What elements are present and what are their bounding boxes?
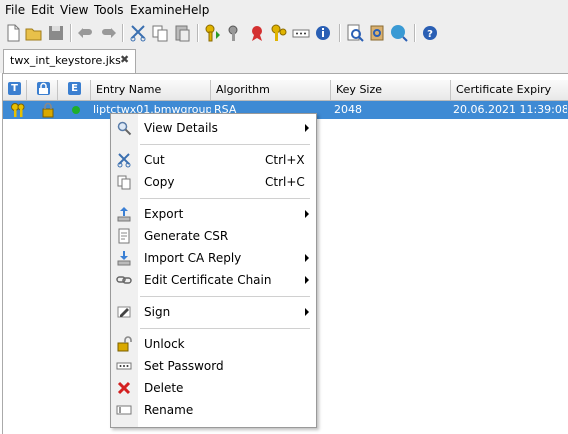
- lock-icon: [40, 102, 56, 118]
- column-header-key-size[interactable]: Key Size: [331, 80, 451, 100]
- menu-help[interactable]: Help: [182, 3, 209, 17]
- menu-tools[interactable]: Tools: [94, 3, 124, 17]
- column-header-algorithm[interactable]: Algorithm: [211, 80, 331, 100]
- menu-label: Cut: [144, 153, 165, 167]
- menu-shortcut: Ctrl+C: [265, 175, 305, 189]
- submenu-arrow-icon: [305, 254, 309, 262]
- svg-text:?: ?: [427, 29, 433, 40]
- menu-item-delete[interactable]: Delete: [111, 377, 316, 399]
- menu-examine[interactable]: Examine: [130, 3, 182, 17]
- undo-icon[interactable]: [76, 23, 96, 43]
- menu-bar: File Edit View Tools Examine Help: [0, 0, 568, 20]
- context-menu: View Details Cut Ctrl+X Copy Ctrl+C Expo…: [110, 113, 317, 428]
- menu-item-generate-csr[interactable]: Generate CSR: [111, 225, 316, 247]
- menu-label: Set Password: [144, 359, 224, 373]
- delete-x-icon: [116, 380, 132, 396]
- menu-label: Export: [144, 207, 184, 221]
- submenu-arrow-icon: [305, 308, 309, 316]
- csr-document-icon: [116, 228, 132, 244]
- menu-item-sign[interactable]: Sign: [111, 301, 316, 323]
- magnifier-icon: [116, 120, 132, 136]
- column-label: Algorithm: [216, 83, 270, 96]
- menu-file[interactable]: File: [5, 3, 25, 17]
- menu-label: Sign: [144, 305, 171, 319]
- menu-item-import-ca-reply[interactable]: Import CA Reply: [111, 247, 316, 269]
- set-password-icon[interactable]: [291, 23, 311, 43]
- generate-keypair-icon[interactable]: [203, 23, 223, 43]
- menu-item-set-password[interactable]: Set Password: [111, 355, 316, 377]
- redo-icon[interactable]: [98, 23, 118, 43]
- sign-pen-icon: [116, 304, 132, 320]
- rename-icon: [116, 402, 132, 418]
- keypair-icon: [10, 102, 26, 118]
- help-icon[interactable]: ?: [420, 23, 440, 43]
- save-keystore-icon[interactable]: [46, 23, 66, 43]
- menu-view[interactable]: View: [60, 3, 88, 17]
- open-keystore-icon[interactable]: [24, 23, 44, 43]
- menu-item-rename[interactable]: Rename: [111, 399, 316, 421]
- tab-strip: twx_int_keystore.jks ✖: [0, 46, 568, 73]
- menu-label: Unlock: [144, 337, 185, 351]
- copy-icon[interactable]: [150, 23, 170, 43]
- export-icon: [116, 206, 132, 222]
- tab-label: twx_int_keystore.jks: [10, 54, 121, 67]
- new-keystore-icon[interactable]: [3, 23, 23, 43]
- import-icon: [116, 250, 132, 266]
- expiry-cell: 20.06.2021 11:39:08 ...: [453, 103, 567, 116]
- column-header-expiry[interactable]: Certificate Expiry: [451, 80, 568, 100]
- submenu-arrow-icon: [305, 210, 309, 218]
- menu-label: Rename: [144, 403, 194, 417]
- menu-item-cut[interactable]: Cut Ctrl+X: [111, 149, 316, 171]
- menu-shortcut: Ctrl+X: [265, 153, 305, 167]
- submenu-arrow-icon: [305, 276, 309, 284]
- column-label: Key Size: [336, 83, 383, 96]
- menu-label: Delete: [144, 381, 184, 395]
- menu-label: View Details: [144, 121, 218, 135]
- tab-keystore[interactable]: twx_int_keystore.jks ✖: [3, 49, 136, 73]
- examine-ssl-icon[interactable]: [389, 23, 409, 43]
- key-size-cell: 2048: [334, 103, 362, 116]
- import-keypair-icon[interactable]: [269, 23, 289, 43]
- menu-label: Generate CSR: [144, 229, 229, 243]
- column-header-type[interactable]: T: [3, 80, 27, 100]
- paste-icon[interactable]: [172, 23, 192, 43]
- toolbar: ?: [0, 20, 568, 47]
- chain-icon: [116, 272, 132, 288]
- submenu-arrow-icon: [305, 124, 309, 132]
- column-header-expiry-status[interactable]: E: [58, 80, 91, 100]
- menu-item-edit-certificate-chain[interactable]: Edit Certificate Chain: [111, 269, 316, 291]
- copy-icon: [116, 174, 132, 190]
- close-tab-icon[interactable]: ✖: [120, 53, 129, 66]
- generate-secret-key-icon[interactable]: [225, 23, 245, 43]
- menu-item-copy[interactable]: Copy Ctrl+C: [111, 171, 316, 193]
- password-field-icon: [116, 358, 132, 374]
- examine-file-icon[interactable]: [345, 23, 365, 43]
- column-header-lock[interactable]: [27, 80, 58, 100]
- unlock-icon: [116, 336, 132, 352]
- column-label: Entry Name: [96, 83, 162, 96]
- column-header-entry-name[interactable]: Entry Name: [91, 80, 211, 100]
- expiry-header-icon: E: [68, 82, 81, 95]
- lock-header-icon: [37, 82, 50, 95]
- column-label: Certificate Expiry: [456, 83, 552, 96]
- scissors-icon: [116, 152, 132, 168]
- menu-label: Import CA Reply: [144, 251, 242, 265]
- examine-clipboard-icon[interactable]: [367, 23, 387, 43]
- status-ok-icon: [72, 106, 80, 114]
- table-header: T E Entry Name Algorithm Key Size Certif…: [3, 80, 568, 101]
- menu-item-export[interactable]: Export: [111, 203, 316, 225]
- import-trusted-cert-icon[interactable]: [247, 23, 267, 43]
- properties-icon[interactable]: [313, 23, 333, 43]
- menu-edit[interactable]: Edit: [31, 3, 54, 17]
- menu-item-unlock[interactable]: Unlock: [111, 333, 316, 355]
- cut-icon[interactable]: [128, 23, 148, 43]
- menu-label: Edit Certificate Chain: [144, 273, 272, 287]
- type-header-icon: T: [8, 82, 21, 95]
- menu-label: Copy: [144, 175, 175, 189]
- menu-item-view-details[interactable]: View Details: [111, 117, 316, 139]
